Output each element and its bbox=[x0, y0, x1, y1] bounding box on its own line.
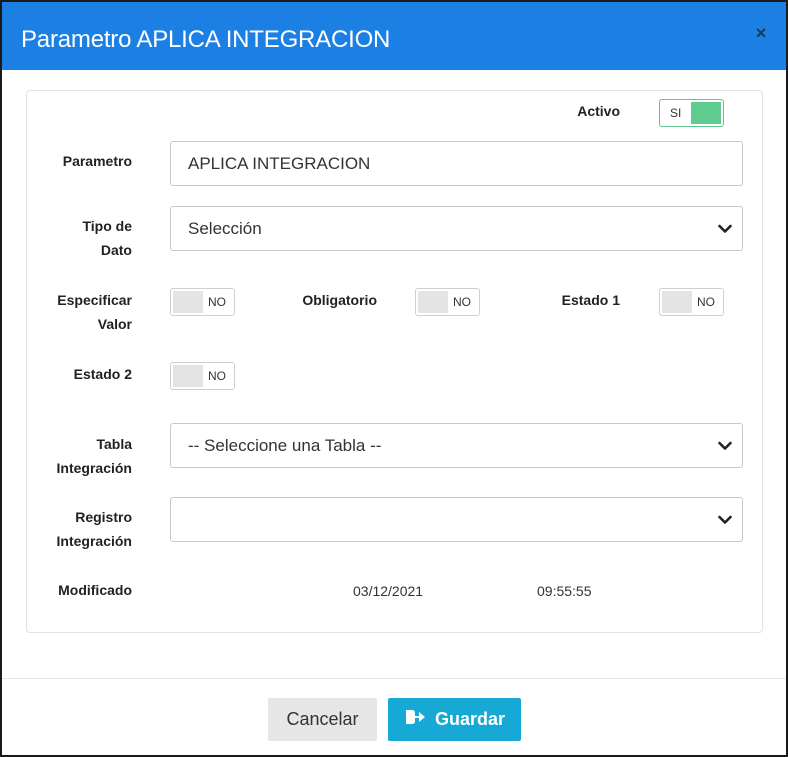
activo-label: Activo bbox=[577, 103, 620, 119]
modified-date: 03/12/2021 bbox=[353, 583, 424, 599]
tabla-integracion-label-line2: Integración bbox=[56, 460, 132, 476]
chevron-down-icon bbox=[718, 498, 732, 541]
footer-divider bbox=[2, 678, 786, 679]
dialog-title: Parametro APLICA INTEGRACION bbox=[21, 26, 391, 53]
estado2-state-text: NO bbox=[208, 369, 226, 383]
toggle-knob bbox=[691, 102, 721, 124]
modified-time: 09:55:55 bbox=[537, 583, 592, 599]
registro-integracion-label-line2: Integración bbox=[56, 533, 132, 549]
obligatorio-state-text: NO bbox=[453, 295, 471, 309]
especificar-valor-state-text: NO bbox=[208, 295, 226, 309]
estado1-state-text: NO bbox=[697, 295, 715, 309]
parameter-dialog: Parametro APLICA INTEGRACION × Activo SI… bbox=[0, 0, 788, 757]
tipo-dato-label-line2: Dato bbox=[100, 242, 132, 258]
save-icon bbox=[404, 708, 426, 731]
tipo-dato-select[interactable]: Selección bbox=[170, 206, 743, 251]
tipo-dato-label-line1: Tipo de bbox=[82, 218, 132, 234]
registro-integracion-label: Registro Integración bbox=[27, 505, 132, 553]
tipo-dato-selected: Selección bbox=[188, 219, 262, 238]
registro-integracion-select[interactable] bbox=[170, 497, 743, 542]
chevron-down-icon bbox=[718, 424, 732, 467]
parametro-value: APLICA INTEGRACION bbox=[188, 154, 371, 173]
toggle-knob bbox=[173, 365, 203, 387]
cancel-button[interactable]: Cancelar bbox=[268, 698, 377, 741]
tabla-integracion-selected: -- Seleccione una Tabla -- bbox=[188, 436, 382, 455]
form-card: Activo SI Parametro APLICA INTEGRACION T… bbox=[26, 90, 763, 633]
close-button[interactable]: × bbox=[752, 22, 770, 44]
activo-toggle[interactable]: SI bbox=[659, 99, 724, 127]
especificar-valor-toggle[interactable]: NO bbox=[170, 288, 235, 316]
estado1-label: Estado 1 bbox=[561, 292, 620, 308]
tabla-integracion-select[interactable]: -- Seleccione una Tabla -- bbox=[170, 423, 743, 468]
dialog-header: Parametro APLICA INTEGRACION × bbox=[2, 2, 786, 70]
activo-state-text: SI bbox=[670, 106, 682, 120]
tabla-integracion-label: Tabla Integración bbox=[27, 432, 132, 480]
obligatorio-label: Obligatorio bbox=[302, 292, 377, 308]
toggle-knob bbox=[662, 291, 692, 313]
obligatorio-toggle[interactable]: NO bbox=[415, 288, 480, 316]
estado1-toggle[interactable]: NO bbox=[659, 288, 724, 316]
save-button-label: Guardar bbox=[434, 709, 506, 729]
registro-integracion-label-line1: Registro bbox=[75, 509, 132, 525]
especificar-valor-label-line1: Especificar bbox=[57, 292, 132, 308]
especificar-valor-label: Especificar Valor bbox=[27, 288, 132, 336]
estado2-label: Estado 2 bbox=[73, 366, 132, 382]
chevron-down-icon bbox=[718, 207, 732, 250]
tipo-dato-label: Tipo de Dato bbox=[27, 214, 132, 262]
close-icon: × bbox=[755, 23, 767, 43]
save-button[interactable]: Guardar bbox=[388, 698, 521, 741]
especificar-valor-label-line2: Valor bbox=[97, 316, 132, 332]
parametro-label: Parametro bbox=[62, 153, 132, 169]
tabla-integracion-label-line1: Tabla bbox=[96, 436, 132, 452]
parametro-input[interactable]: APLICA INTEGRACION bbox=[170, 141, 743, 186]
toggle-knob bbox=[418, 291, 448, 313]
estado2-toggle[interactable]: NO bbox=[170, 362, 235, 390]
modificado-label: Modificado bbox=[58, 582, 132, 598]
toggle-knob bbox=[173, 291, 203, 313]
